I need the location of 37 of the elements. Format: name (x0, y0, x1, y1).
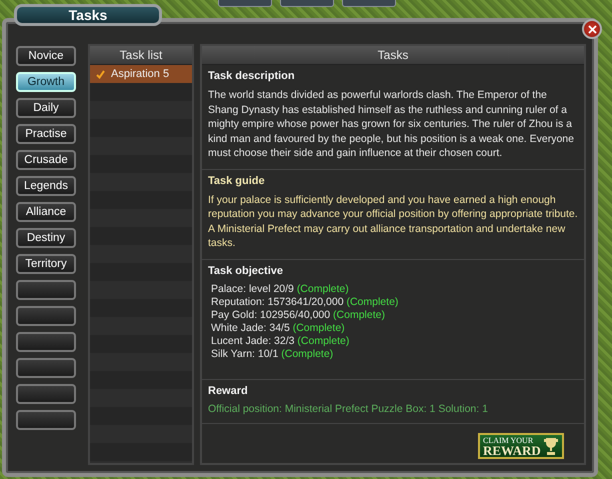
section-heading: Task description (208, 70, 296, 82)
category-tab[interactable] (16, 306, 76, 326)
window-title: Tasks (14, 4, 162, 26)
close-icon (588, 24, 596, 34)
category-tab[interactable] (16, 280, 76, 300)
category-tab[interactable] (16, 332, 76, 352)
panel-header: Tasks (202, 46, 584, 65)
category-tab[interactable] (16, 358, 76, 378)
guide-text: If your palace is sufficiently developed and you have earned a high enough reputation you may advance your official position by offering appropriate tribute. A Ministerial Prefect may carry out alliance transportation and undertake new tasks. (208, 192, 578, 250)
category-tab[interactable]: Legends (16, 176, 76, 196)
objective-line: White Jade: 34/5 (Complete) (210, 322, 346, 334)
description-text: The world stands divided as powerful warlords clash. The Emperor of the Shang Dynasty has established himself as the ruthless and cunning ruler of a mighty empire whose power has grown for six centuries. The ruler of Zhou is a kind man and favoured by the people, but his position is a weak one. Everyone must choose their side and gain influence at their chosen court. (208, 88, 575, 160)
objective-line: Lucent Jade: 32/3 (Complete) (210, 334, 350, 348)
category-tab[interactable] (16, 384, 76, 404)
category-tab[interactable]: Crusade (16, 150, 76, 170)
objective-line: Palace: level 20/9 (Complete) (210, 282, 350, 296)
category-tab[interactable]: Territory (16, 254, 76, 274)
objective-line: Silk Yarn: 10/1 (Complete) (210, 348, 334, 360)
category-tab[interactable]: Novice (16, 46, 76, 66)
category-tab[interactable]: Practise (16, 124, 76, 144)
reward-text: Official position: Ministerial Prefect Puzzle Box: 1 Solution: 1 (208, 402, 489, 414)
section-heading: Task guide (208, 174, 266, 186)
category-tab[interactable]: Alliance (16, 202, 76, 222)
category-tab[interactable]: Destiny (16, 228, 76, 248)
claim-reward-button[interactable]: CLAIM YOUR REWARD (478, 433, 564, 459)
trophy-icon (543, 437, 559, 455)
category-tab[interactable]: Growth (16, 72, 76, 92)
check-icon (96, 70, 105, 78)
section-heading: Task objective (208, 264, 284, 276)
close-button[interactable] (582, 19, 602, 39)
category-tab[interactable]: Daily (16, 98, 76, 118)
objective-line: Pay Gold: 102956/40,000 (Complete) (210, 308, 386, 322)
objective-line: Reputation: 1573641/20,000 (Complete) (210, 296, 400, 308)
task-list-item[interactable]: Aspiration 5 (90, 65, 192, 83)
category-tab[interactable] (16, 410, 76, 430)
section-heading: Reward (208, 384, 249, 396)
panel-header: Task list (90, 46, 192, 65)
